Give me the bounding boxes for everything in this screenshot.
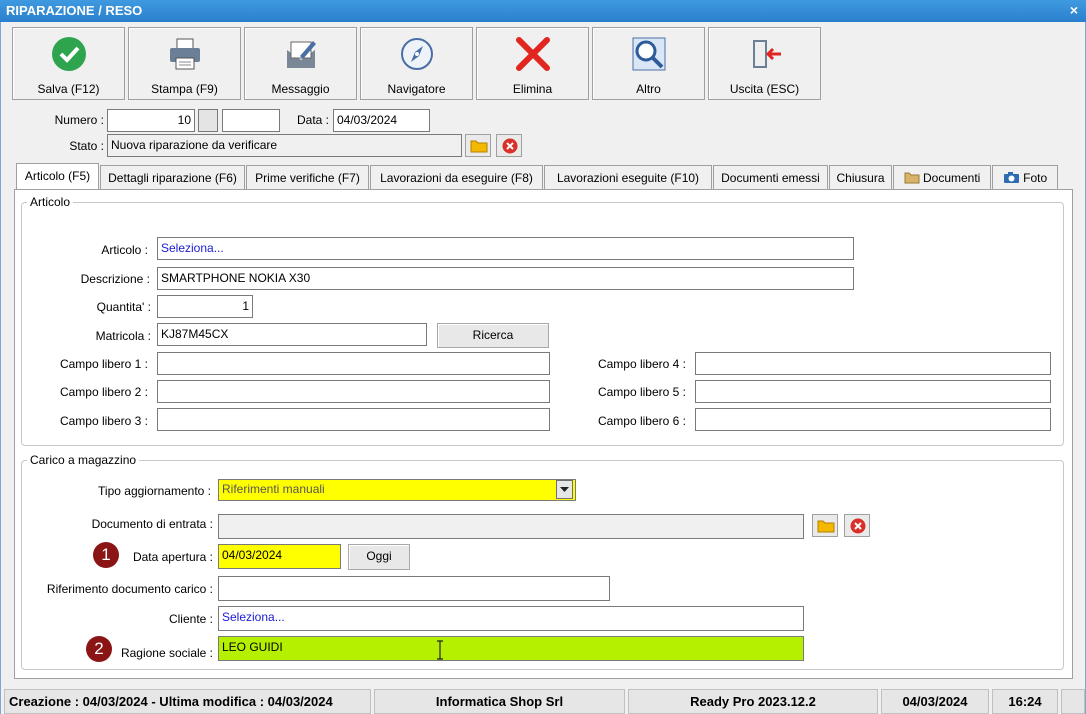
data-label: Data : [296,113,329,127]
numero-label: Numero : [54,113,104,127]
chevron-down-icon[interactable] [556,480,573,499]
folder-icon [470,140,488,153]
tab-documenti-emessi[interactable]: Documenti emessi [713,165,828,190]
folder-icon [904,172,920,184]
resize-grip-icon[interactable] [1061,689,1085,714]
campo-libero-5-field[interactable] [695,380,1051,403]
campo-libero-2-field[interactable] [157,380,550,403]
tab-articolo[interactable]: Articolo (F5) [16,163,99,189]
tab-lavorazioni-da-eseguire[interactable]: Lavorazioni da eseguire (F8) [370,165,543,190]
clear-stato-button[interactable] [496,134,522,157]
ragione-sociale-label: Ragione sociale : [120,646,213,660]
numero-field[interactable]: 10 [107,109,195,132]
cliente-field[interactable]: Seleziona... [218,606,804,631]
printer-icon [170,38,200,70]
campo-libero-5-label: Campo libero 5 : [597,385,686,399]
status-version: Ready Pro 2023.12.2 [628,689,878,714]
navigator-label: Navigatore [387,82,446,96]
print-label: Stampa (F9) [151,82,218,96]
tab-chiusura[interactable]: Chiusura [829,165,892,190]
delete-label: Elimina [512,82,553,96]
message-icon [287,41,316,68]
numero-suffix-button[interactable] [198,109,218,132]
delete-x-icon [516,37,550,71]
check-circle-icon [52,37,86,71]
riferimento-documento-field[interactable] [218,576,610,601]
status-date: 04/03/2024 [881,689,989,714]
campo-libero-1-field[interactable] [157,352,550,375]
tab-documenti-label: Documenti [922,171,981,185]
message-button[interactable]: Messaggio [244,27,357,100]
campo-libero-2-label: Campo libero 2 : [59,385,148,399]
tipo-aggiornamento-label: Tipo aggiornamento : [98,484,211,498]
articolo-label: Articolo : [101,243,148,257]
text-cursor-icon [437,640,443,660]
tipo-aggiornamento-select[interactable]: Riferimenti manuali [218,479,576,501]
matricola-label: Matricola : [95,329,151,343]
print-button[interactable]: Stampa (F9) [128,27,241,100]
tab-documenti[interactable]: Documenti [893,165,991,190]
save-button[interactable]: Salva (F12) [12,27,125,100]
descrizione-label: Descrizione : [80,272,150,286]
other-button[interactable]: Altro [592,27,705,100]
carico-group-title: Carico a magazzino [27,453,140,467]
clear-documento-button[interactable] [844,514,870,537]
window-title: RIPARAZIONE / RESO [6,3,143,18]
cliente-label: Cliente : [168,612,213,626]
step-badge-1: 1 [93,542,119,568]
stato-field: Nuova riparazione da verificare [107,134,462,157]
message-label: Messaggio [271,82,330,96]
campo-libero-1-label: Campo libero 1 : [59,357,148,371]
campo-libero-4-label: Campo libero 4 : [597,357,686,371]
ricerca-button[interactable]: Ricerca [437,323,549,348]
tab-lavorazioni-eseguite[interactable]: Lavorazioni eseguite (F10) [544,165,712,190]
step-badge-2: 2 [86,636,112,662]
data-field[interactable]: 04/03/2024 [333,109,430,132]
quantita-field[interactable]: 1 [157,295,253,318]
other-label: Altro [636,82,661,96]
clear-icon [850,518,866,534]
status-company: Informatica Shop Srl [374,689,625,714]
descrizione-field[interactable]: SMARTPHONE NOKIA X30 [157,267,854,290]
navigator-button[interactable]: Navigatore [360,27,473,100]
data-apertura-label: Data apertura : [132,550,213,564]
open-documento-button[interactable] [812,514,838,537]
exit-label: Uscita (ESC) [729,82,800,96]
open-folder-button[interactable] [465,134,491,157]
status-time: 16:24 [992,689,1058,714]
tab-foto[interactable]: Foto [992,165,1058,190]
campo-libero-3-label: Campo libero 3 : [59,414,148,428]
documento-entrata-field [218,514,804,539]
stato-label: Stato : [69,139,104,153]
articolo-group-title: Articolo [27,195,74,209]
articolo-field[interactable]: Seleziona... [157,237,854,260]
riferimento-documento-label: Riferimento documento carico : [46,582,213,596]
exit-button[interactable]: Uscita (ESC) [708,27,821,100]
tab-prime-verifiche[interactable]: Prime verifiche (F7) [246,165,369,190]
data-apertura-field[interactable]: 04/03/2024 [218,544,341,569]
tab-foto-label: Foto [1023,171,1048,185]
search-icon [632,37,666,71]
quantita-label: Quantita' : [96,300,151,314]
clear-icon [502,138,518,154]
close-icon[interactable]: × [1070,2,1078,18]
camera-icon [1003,172,1019,183]
delete-button[interactable]: Elimina [476,27,589,100]
documento-entrata-label: Documento di entrata : [91,517,213,531]
save-label: Salva (F12) [37,82,100,96]
campo-libero-6-label: Campo libero 6 : [597,414,686,428]
campo-libero-3-field[interactable] [157,408,550,431]
campo-libero-6-field[interactable] [695,408,1051,431]
matricola-field[interactable]: KJ87M45CX [157,323,427,346]
tab-dettagli[interactable]: Dettagli riparazione (F6) [100,165,245,190]
compass-icon [401,38,433,70]
title-bar: RIPARAZIONE / RESO × [0,0,1086,22]
numero-suffix-field[interactable] [222,109,280,132]
exit-door-icon [753,40,781,68]
ragione-sociale-field[interactable]: LEO GUIDI [218,636,804,661]
status-creazione: Creazione : 04/03/2024 - Ultima modifica… [4,689,371,714]
oggi-button[interactable]: Oggi [348,544,410,570]
folder-icon [817,520,835,533]
campo-libero-4-field[interactable] [695,352,1051,375]
